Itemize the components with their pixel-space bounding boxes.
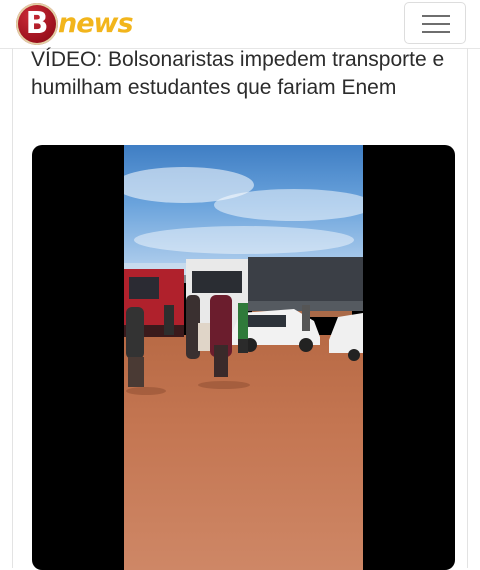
article-title[interactable]: VÍDEO: Bolsonaristas impedem transporte … [31,46,451,102]
video-player[interactable] [32,145,455,570]
logo-wordmark: news [58,8,134,39]
site-header: B news [0,0,480,49]
menu-toggle-button[interactable] [404,2,466,44]
video-scene-illustration [124,167,363,395]
hamburger-menu-icon [422,15,450,17]
hamburger-menu-icon-bar [422,23,450,25]
logo-badge: B [16,3,58,45]
logo-letter: B [25,6,49,41]
video-frame [124,145,363,570]
hamburger-menu-icon-bar [422,31,450,33]
